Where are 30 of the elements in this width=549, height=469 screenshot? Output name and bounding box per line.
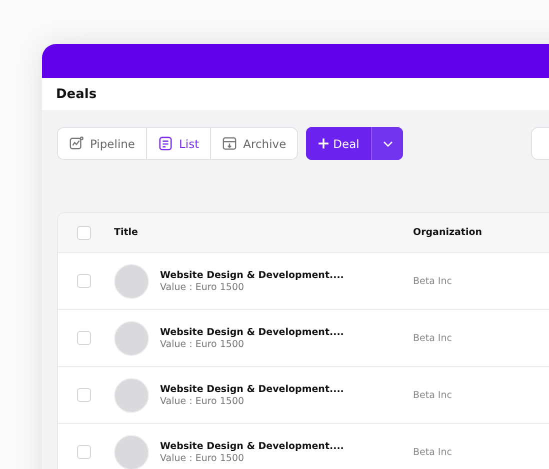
- plus-icon: [318, 138, 330, 149]
- column-header: Organization: [413, 227, 484, 238]
- row-checkbox[interactable]: [77, 445, 91, 459]
- chart-icon: [69, 136, 84, 151]
- avatar: [114, 264, 149, 298]
- deal-value: Value : Euro 1500: [160, 396, 246, 406]
- select-all-checkbox[interactable]: [77, 226, 91, 240]
- deal-value: Value : Euro 1500: [160, 452, 246, 464]
- chevron-down-icon: [382, 140, 393, 146]
- deal-title: Website Design & Development....: [160, 326, 344, 338]
- organization-cell-text: Beta Inc: [413, 446, 453, 458]
- column-header: Title: [114, 227, 139, 238]
- organization-cell-text: Beta Inc: [413, 390, 453, 400]
- avatar: [114, 320, 149, 356]
- avatar: [114, 378, 149, 412]
- row-checkbox[interactable]: [77, 331, 91, 345]
- deal-value: Value : Euro 1500: [160, 338, 246, 350]
- archive-icon: [222, 136, 238, 151]
- deal-title: Website Design & Development....: [160, 384, 344, 394]
- deal-title: Website Design & Development....: [160, 270, 344, 280]
- page-title: Deals: [56, 86, 97, 102]
- deal-value: Value : Euro 1500: [160, 282, 246, 292]
- row-checkbox[interactable]: [77, 388, 91, 402]
- list-icon: [158, 136, 174, 151]
- dropdown-button[interactable]: [371, 127, 404, 160]
- organization-cell-text: Beta Inc: [413, 276, 453, 286]
- organization-cell-text: Beta Inc: [413, 332, 453, 344]
- row-checkbox[interactable]: [77, 274, 91, 288]
- deal-title: Website Design & Development....: [160, 440, 344, 452]
- view-tab[interactable]: Pipeline: [58, 128, 148, 159]
